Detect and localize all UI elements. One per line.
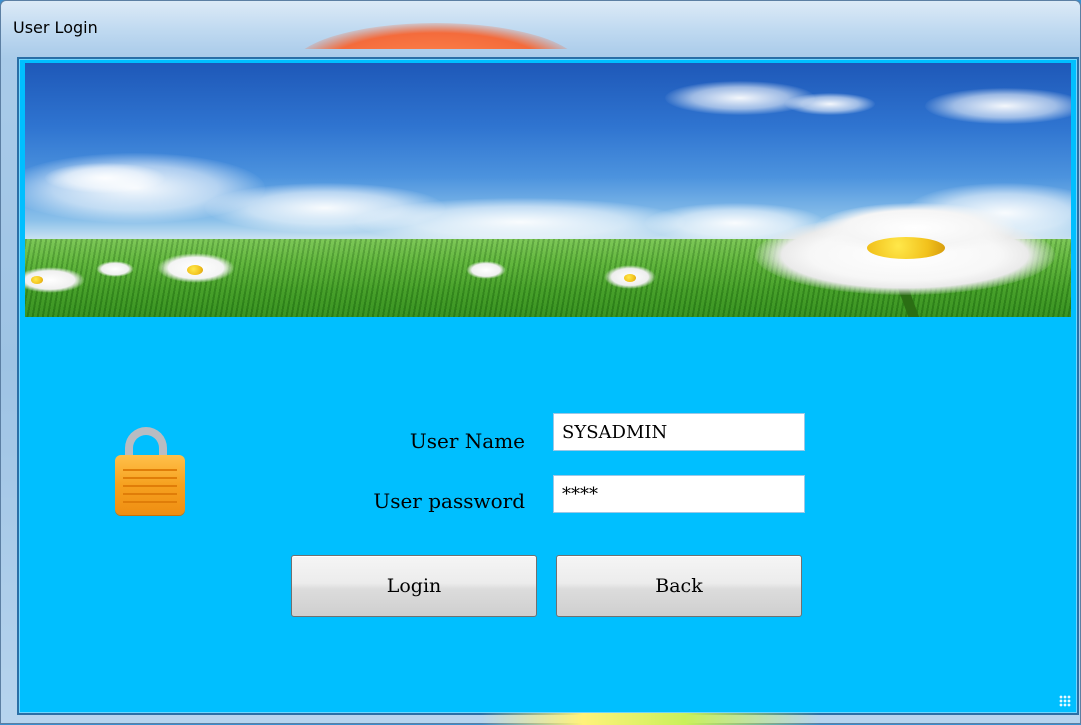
title-bar[interactable]: User Login [1,1,1080,49]
username-input[interactable] [553,413,805,451]
lock-icon [115,427,185,515]
titlebar-glow [291,23,581,49]
client-area: User Name User password Login Back [17,57,1079,715]
window-title: User Login [13,18,98,37]
daisy-large [755,203,1065,317]
resize-grip-icon[interactable] [1059,695,1071,707]
login-button[interactable]: Login [291,555,537,617]
password-input[interactable] [553,475,805,513]
login-window: User Login User Name SYSADMIN User passw… [0,0,1081,725]
banner-image [25,63,1071,317]
password-label: User password [373,489,525,513]
daisy-small [157,253,235,283]
back-button[interactable]: Back [556,555,802,617]
username-label: User Name [409,429,525,453]
